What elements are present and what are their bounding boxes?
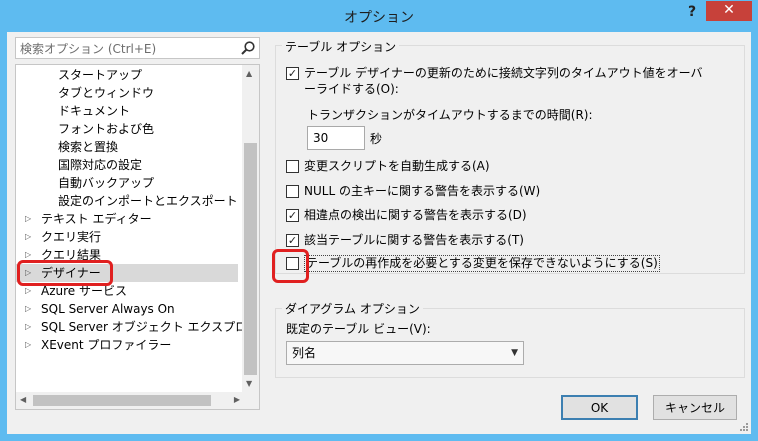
highlight-designers-marker xyxy=(17,260,113,286)
tree-item-label: ドキュメント xyxy=(58,104,131,118)
tree-node-xevent-profiler[interactable]: ▷ XEvent プロファイラー xyxy=(16,336,238,354)
transaction-timeout-input[interactable] xyxy=(307,126,365,150)
dialog-body: スタートアップ タブとウィンドウ ドキュメント フォントおよび色 検索と置換 国… xyxy=(7,32,751,434)
tree-item-label: 検索と置換 xyxy=(58,140,119,154)
tree-node-text-editor[interactable]: ▷ テキスト エディター xyxy=(16,210,238,228)
tree-node-label: テキスト エディター xyxy=(41,212,152,226)
tree-item-label: 自動バックアップ xyxy=(58,176,155,190)
search-box[interactable] xyxy=(15,37,260,59)
horizontal-scrollbar[interactable]: ◀ ▶ xyxy=(16,392,244,409)
incompatibility-warning-label: 相違点の検出に関する警告を表示する(D) xyxy=(304,208,527,222)
search-input[interactable] xyxy=(20,41,235,57)
tree-node-object-explorer[interactable]: ▷ SQL Server オブジェクト エクスプローラー xyxy=(16,318,259,336)
scroll-down-icon[interactable]: ▼ xyxy=(246,379,252,389)
tree-item-fonts-colors[interactable]: フォントおよび色 xyxy=(58,120,259,138)
affected-tables-warning-checkbox[interactable]: ✓ xyxy=(286,234,299,247)
null-pk-warning-checkbox[interactable] xyxy=(286,185,299,198)
highlight-checkbox-marker xyxy=(272,249,309,283)
expand-arrow-icon[interactable]: ▷ xyxy=(25,210,33,228)
options-tree[interactable]: スタートアップ タブとウィンドウ ドキュメント フォントおよび色 検索と置換 国… xyxy=(15,64,260,410)
scroll-right-icon[interactable]: ▶ xyxy=(234,395,240,405)
vertical-scrollbar[interactable]: ▲ ▼ xyxy=(242,65,259,393)
tree-item-label: スタートアップ xyxy=(58,68,143,82)
expand-arrow-icon[interactable]: ▷ xyxy=(25,318,33,336)
timeout-override-checkbox[interactable]: ✓ xyxy=(286,67,299,80)
tree-item-import-export[interactable]: 設定のインポートとエクスポート xyxy=(58,192,259,210)
cancel-button[interactable]: キャンセル xyxy=(653,395,737,420)
tree-node-label: SQL Server Always On xyxy=(41,302,175,316)
tree-item-label: 設定のインポートとエクスポート xyxy=(58,194,238,208)
help-button[interactable]: ? xyxy=(680,4,704,24)
seconds-unit: 秒 xyxy=(370,132,383,146)
tree-item-documents[interactable]: ドキュメント xyxy=(58,102,259,120)
default-view-label: 既定のテーブル ビュー(V): xyxy=(286,322,431,336)
close-button[interactable]: ✕ xyxy=(706,1,752,21)
timeout-override-label-cont: ーライドする(O): xyxy=(304,82,399,96)
tree-node-label: SQL Server オブジェクト エクスプローラー xyxy=(41,320,260,334)
expand-arrow-icon[interactable]: ▷ xyxy=(25,336,33,354)
tree-item-tabs-windows[interactable]: タブとウィンドウ xyxy=(58,84,259,102)
auto-script-label: 変更スクリプトを自動生成する(A) xyxy=(304,159,490,173)
auto-script-checkbox[interactable] xyxy=(286,160,299,173)
resize-grip-icon[interactable] xyxy=(739,422,749,432)
expand-arrow-icon[interactable]: ▷ xyxy=(25,228,33,246)
transaction-timeout-label: トランザクションがタイムアウトするまでの時間(R): xyxy=(307,108,593,122)
null-pk-warning-label: NULL の主キーに関する警告を表示する(W) xyxy=(304,184,541,198)
chevron-down-icon[interactable]: ▼ xyxy=(511,342,518,364)
tree-item-find-replace[interactable]: 検索と置換 xyxy=(58,138,259,156)
default-view-select[interactable]: 列名 ▼ xyxy=(286,341,524,365)
tree-item-label: タブとウィンドウ xyxy=(58,86,155,100)
scroll-up-icon[interactable]: ▲ xyxy=(246,69,252,79)
ok-button[interactable]: OK xyxy=(561,395,638,420)
incompatibility-warning-checkbox[interactable]: ✓ xyxy=(286,209,299,222)
tree-node-always-on[interactable]: ▷ SQL Server Always On xyxy=(16,300,238,318)
default-view-value: 列名 xyxy=(292,346,317,360)
tree-item-international[interactable]: 国際対応の設定 xyxy=(58,156,259,174)
horizontal-scroll-thumb[interactable] xyxy=(33,395,211,406)
scrollbar-corner xyxy=(242,392,259,409)
diagram-options-title: ダイアグラム オプション xyxy=(282,300,423,317)
tree-item-autorecover[interactable]: 自動バックアップ xyxy=(58,174,259,192)
tree-item-label: 国際対応の設定 xyxy=(58,158,143,172)
tree-node-label: クエリ実行 xyxy=(41,230,102,244)
dialog-title: オプション xyxy=(344,10,414,26)
affected-tables-warning-label: 該当テーブルに関する警告を表示する(T) xyxy=(304,233,524,247)
scroll-left-icon[interactable]: ◀ xyxy=(20,395,26,405)
expand-arrow-icon[interactable]: ▷ xyxy=(25,300,33,318)
options-dialog: オプション ? ✕ スタートアップ タブとウィンドウ ドキュメント フォントおよ… xyxy=(0,0,758,441)
title-bar: オプション ? ✕ xyxy=(0,0,758,32)
tree-item-startup[interactable]: スタートアップ xyxy=(58,66,259,84)
tree-node-query-execution[interactable]: ▷ クエリ実行 xyxy=(16,228,238,246)
vertical-scroll-thumb[interactable] xyxy=(244,143,257,375)
tree-item-label: フォントおよび色 xyxy=(58,122,155,136)
prevent-saving-label: テーブルの再作成を必要とする変更を保存できないようにする(S) xyxy=(304,255,660,272)
tree-node-label: XEvent プロファイラー xyxy=(41,338,172,352)
search-icon[interactable] xyxy=(240,40,256,56)
table-options-title: テーブル オプション xyxy=(282,38,400,55)
